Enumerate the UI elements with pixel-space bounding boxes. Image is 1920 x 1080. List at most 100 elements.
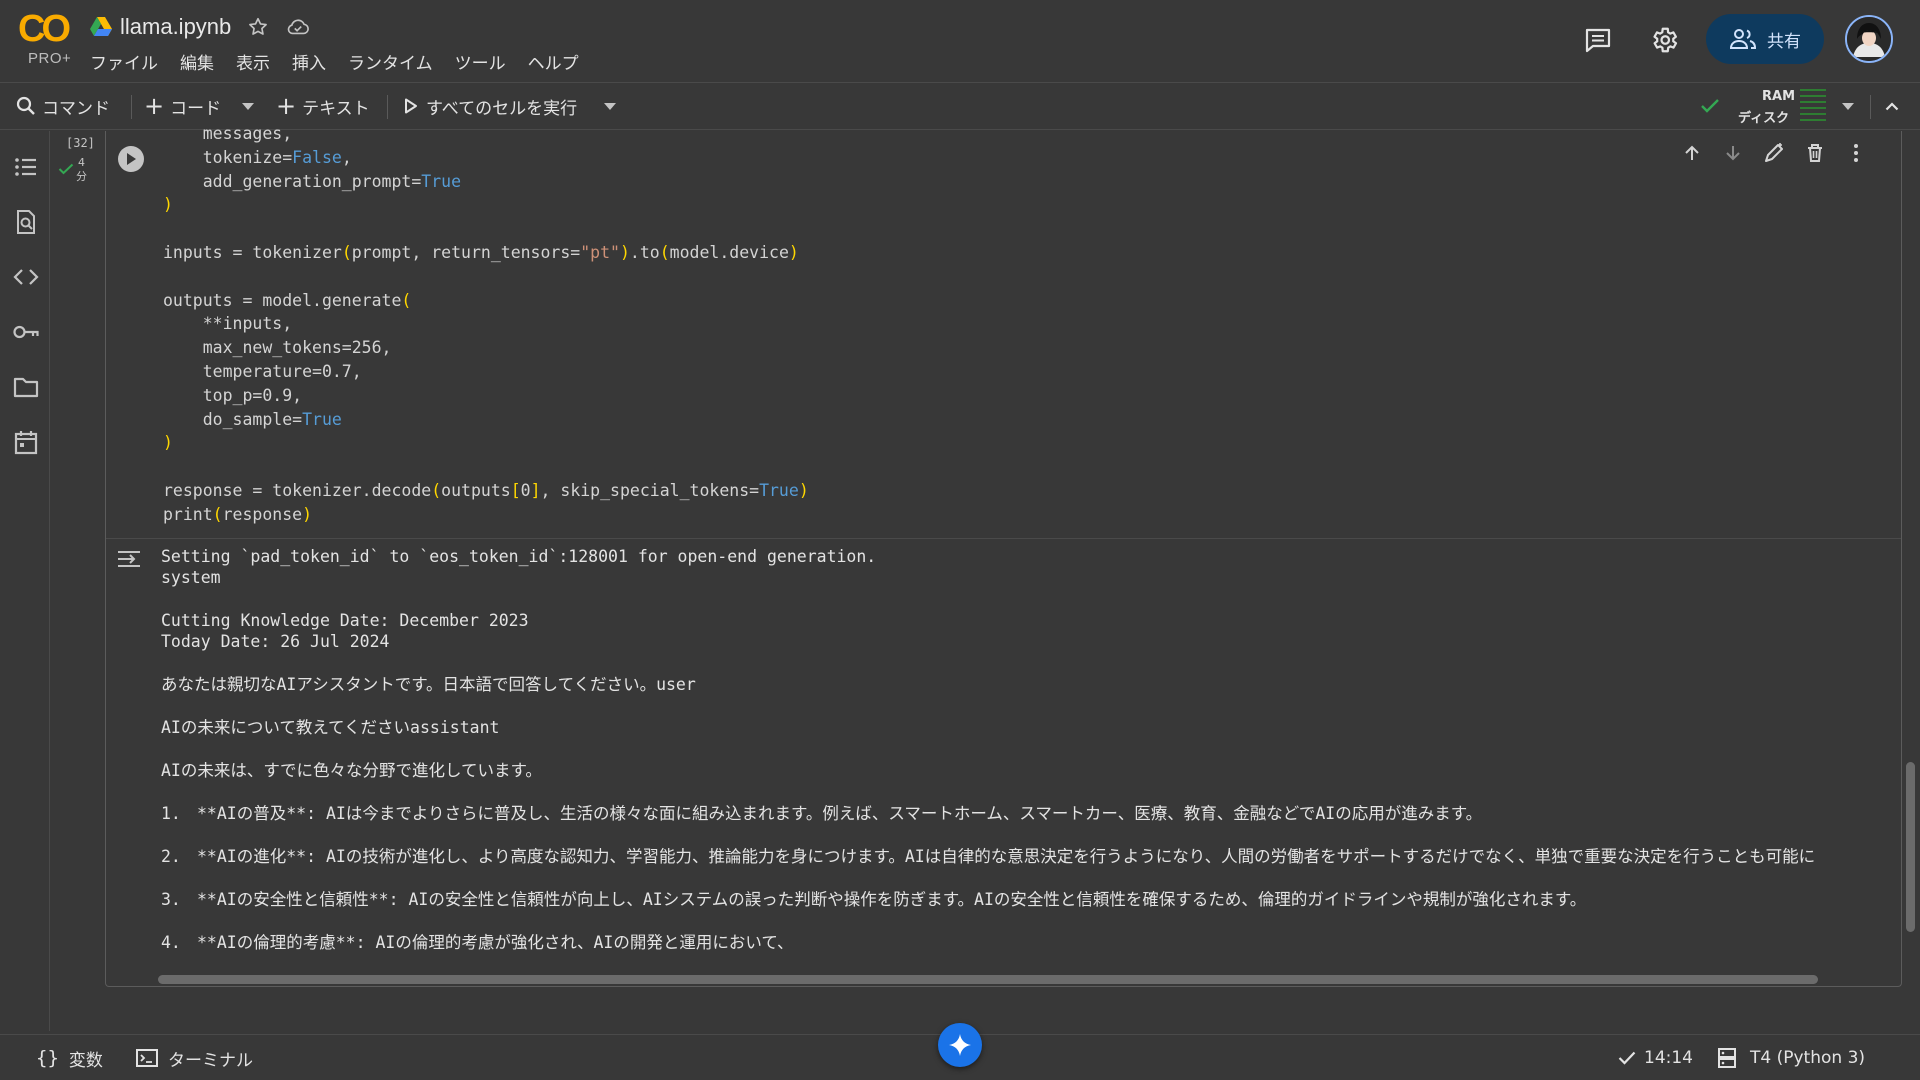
notebook-title[interactable]: llama.ipynb (120, 14, 231, 40)
cloud-saved-icon[interactable] (285, 14, 311, 40)
output-horizontal-scrollbar[interactable] (158, 975, 1818, 984)
menu-runtime[interactable]: ランタイム (348, 49, 433, 74)
user-avatar[interactable] (1845, 15, 1893, 63)
cell-output: Setting `pad_token_id` to `eos_token_id`… (161, 546, 1899, 964)
comments-icon[interactable] (1584, 27, 1612, 53)
list-text: **AIの安全性と信頼性**: AIの安全性と信頼性が向上し、AIシステムの誤っ… (197, 890, 1587, 909)
runtime-indicator[interactable]: T4 (Python 3) (1718, 1035, 1865, 1080)
code-line: top_p=0.9, (163, 385, 303, 405)
chevron-up-icon (1885, 102, 1899, 111)
plus-icon: + (144, 92, 165, 120)
output-line: Cutting Knowledge Date: December 2023 (161, 611, 529, 630)
list-number: 3. (161, 890, 181, 909)
menu-edit[interactable]: 編集 (180, 49, 214, 74)
menu-help[interactable]: ヘルプ (528, 49, 579, 74)
play-icon (405, 98, 417, 114)
code-line: messages, (163, 124, 293, 143)
code-line: temperature=0.7, (163, 361, 362, 381)
output-line: Setting `pad_token_id` to `eos_token_id`… (161, 547, 877, 566)
header: CO PRO+ llama.ipynb ファイル 編集 表示 挿入 ランタイム … (0, 0, 1920, 80)
code-line: add_generation_prompt=True (163, 171, 462, 191)
output-list-item: 1. **AIの普及**: AIは今までよりさらに普及し、生活の様々な面に組み込… (161, 803, 1899, 824)
last-run-time: 14:14 (1644, 1048, 1693, 1068)
command-label: コマンド (42, 98, 110, 119)
toc-icon[interactable] (12, 153, 40, 181)
output-line: Today Date: 26 Jul 2024 (161, 632, 390, 651)
code-line: do_sample=True (163, 409, 342, 429)
find-icon[interactable] (12, 208, 40, 236)
menu-view[interactable]: 表示 (236, 49, 270, 74)
output-toggle-icon[interactable] (116, 548, 142, 570)
list-number: 1. (161, 804, 181, 823)
runtime-label: T4 (Python 3) (1750, 1048, 1866, 1068)
toolbar-divider (131, 95, 132, 119)
logo-text: CO (18, 8, 71, 50)
list-text: **AIの倫理的考慮**: AIの倫理的考慮が強化され、AIの開発と運用において… (197, 933, 794, 952)
output-line: system (161, 568, 221, 587)
command-palette-button[interactable]: コマンド (16, 83, 110, 129)
toolbar-divider (1870, 95, 1871, 119)
menu-insert[interactable]: 挿入 (292, 49, 326, 74)
title-row: llama.ipynb (90, 12, 311, 42)
colab-window: CO PRO+ llama.ipynb ファイル 編集 表示 挿入 ランタイム … (0, 0, 1920, 1080)
terminal-button[interactable]: ターミナル (136, 1035, 253, 1080)
notebook-vertical-scrollbar[interactable] (1906, 762, 1915, 932)
gemini-button[interactable] (938, 1023, 982, 1067)
code-editor[interactable]: messages, tokenize=False, add_generation… (163, 122, 1863, 532)
execution-count: [32] (66, 136, 95, 150)
toolbar-divider (387, 95, 388, 119)
cell-gutter (50, 131, 104, 991)
code-line: inputs = tokenizer(prompt, return_tensor… (163, 242, 799, 262)
last-run-status[interactable]: 14:14 (1618, 1035, 1693, 1080)
logo-subscription: PRO+ (28, 50, 72, 67)
terminal-label: ターミナル (168, 1050, 253, 1071)
run-cell-button[interactable] (118, 146, 144, 172)
ram-label: RAM (1762, 89, 1796, 104)
menu-file[interactable]: ファイル (90, 49, 158, 74)
run-all-label: すべてのセルを実行 (426, 98, 578, 119)
execution-success-check-icon (58, 163, 74, 175)
output-list-item: 2. **AIの進化**: AIの技術が進化し、より高度な認知力、学習能力、推論… (161, 846, 1899, 867)
files-folder-icon[interactable] (12, 373, 40, 401)
calendar-icon[interactable] (12, 428, 40, 456)
chevron-down-icon (242, 102, 254, 110)
disk-usage-bar (1800, 107, 1826, 121)
menu-tools[interactable]: ツール (455, 49, 506, 74)
output-list-item: 4. **AIの倫理的考慮**: AIの倫理的考慮が強化され、AIの開発と運用に… (161, 932, 1899, 953)
check-icon (1618, 1051, 1636, 1065)
output-line: AIの未来について教えてくださいassistant (161, 718, 500, 737)
code-line: **inputs, (163, 314, 293, 334)
add-text-label: テキスト (302, 98, 370, 119)
search-icon (16, 96, 35, 115)
chevron-down-icon (604, 102, 616, 110)
chevron-down-icon (1842, 102, 1854, 110)
code-line: ) (163, 195, 173, 215)
code-line: response = tokenizer.decode(outputs[0], … (163, 480, 809, 500)
plus-icon: + (276, 92, 297, 120)
gemini-sparkle-icon (949, 1034, 971, 1056)
code-snippets-icon[interactable] (12, 263, 40, 291)
play-icon (127, 153, 136, 165)
google-drive-icon (90, 17, 112, 36)
output-line: あなたは親切なAIアシスタントです。日本語で回答してください。user (161, 675, 696, 694)
star-icon[interactable] (245, 14, 271, 40)
variables-button[interactable]: {} 変数 (36, 1035, 103, 1080)
collapse-header-button[interactable] (1885, 83, 1899, 129)
share-button[interactable]: 共有 (1706, 14, 1824, 64)
connected-check-icon (1701, 99, 1719, 113)
left-sidebar (0, 131, 50, 1031)
execution-time-unit: 分 (76, 170, 87, 183)
code-line: outputs = model.generate( (163, 290, 412, 310)
terminal-icon (136, 1049, 158, 1067)
colab-logo[interactable]: CO PRO+ (18, 8, 74, 67)
server-icon (1718, 1048, 1736, 1068)
settings-gear-icon[interactable] (1649, 25, 1679, 55)
secrets-key-icon[interactable] (12, 318, 40, 346)
variables-braces-icon: {} (36, 1047, 59, 1069)
execution-time: 4 分 (76, 156, 87, 184)
code-line: print(response) (163, 504, 313, 524)
code-line: tokenize=False, (163, 147, 352, 167)
